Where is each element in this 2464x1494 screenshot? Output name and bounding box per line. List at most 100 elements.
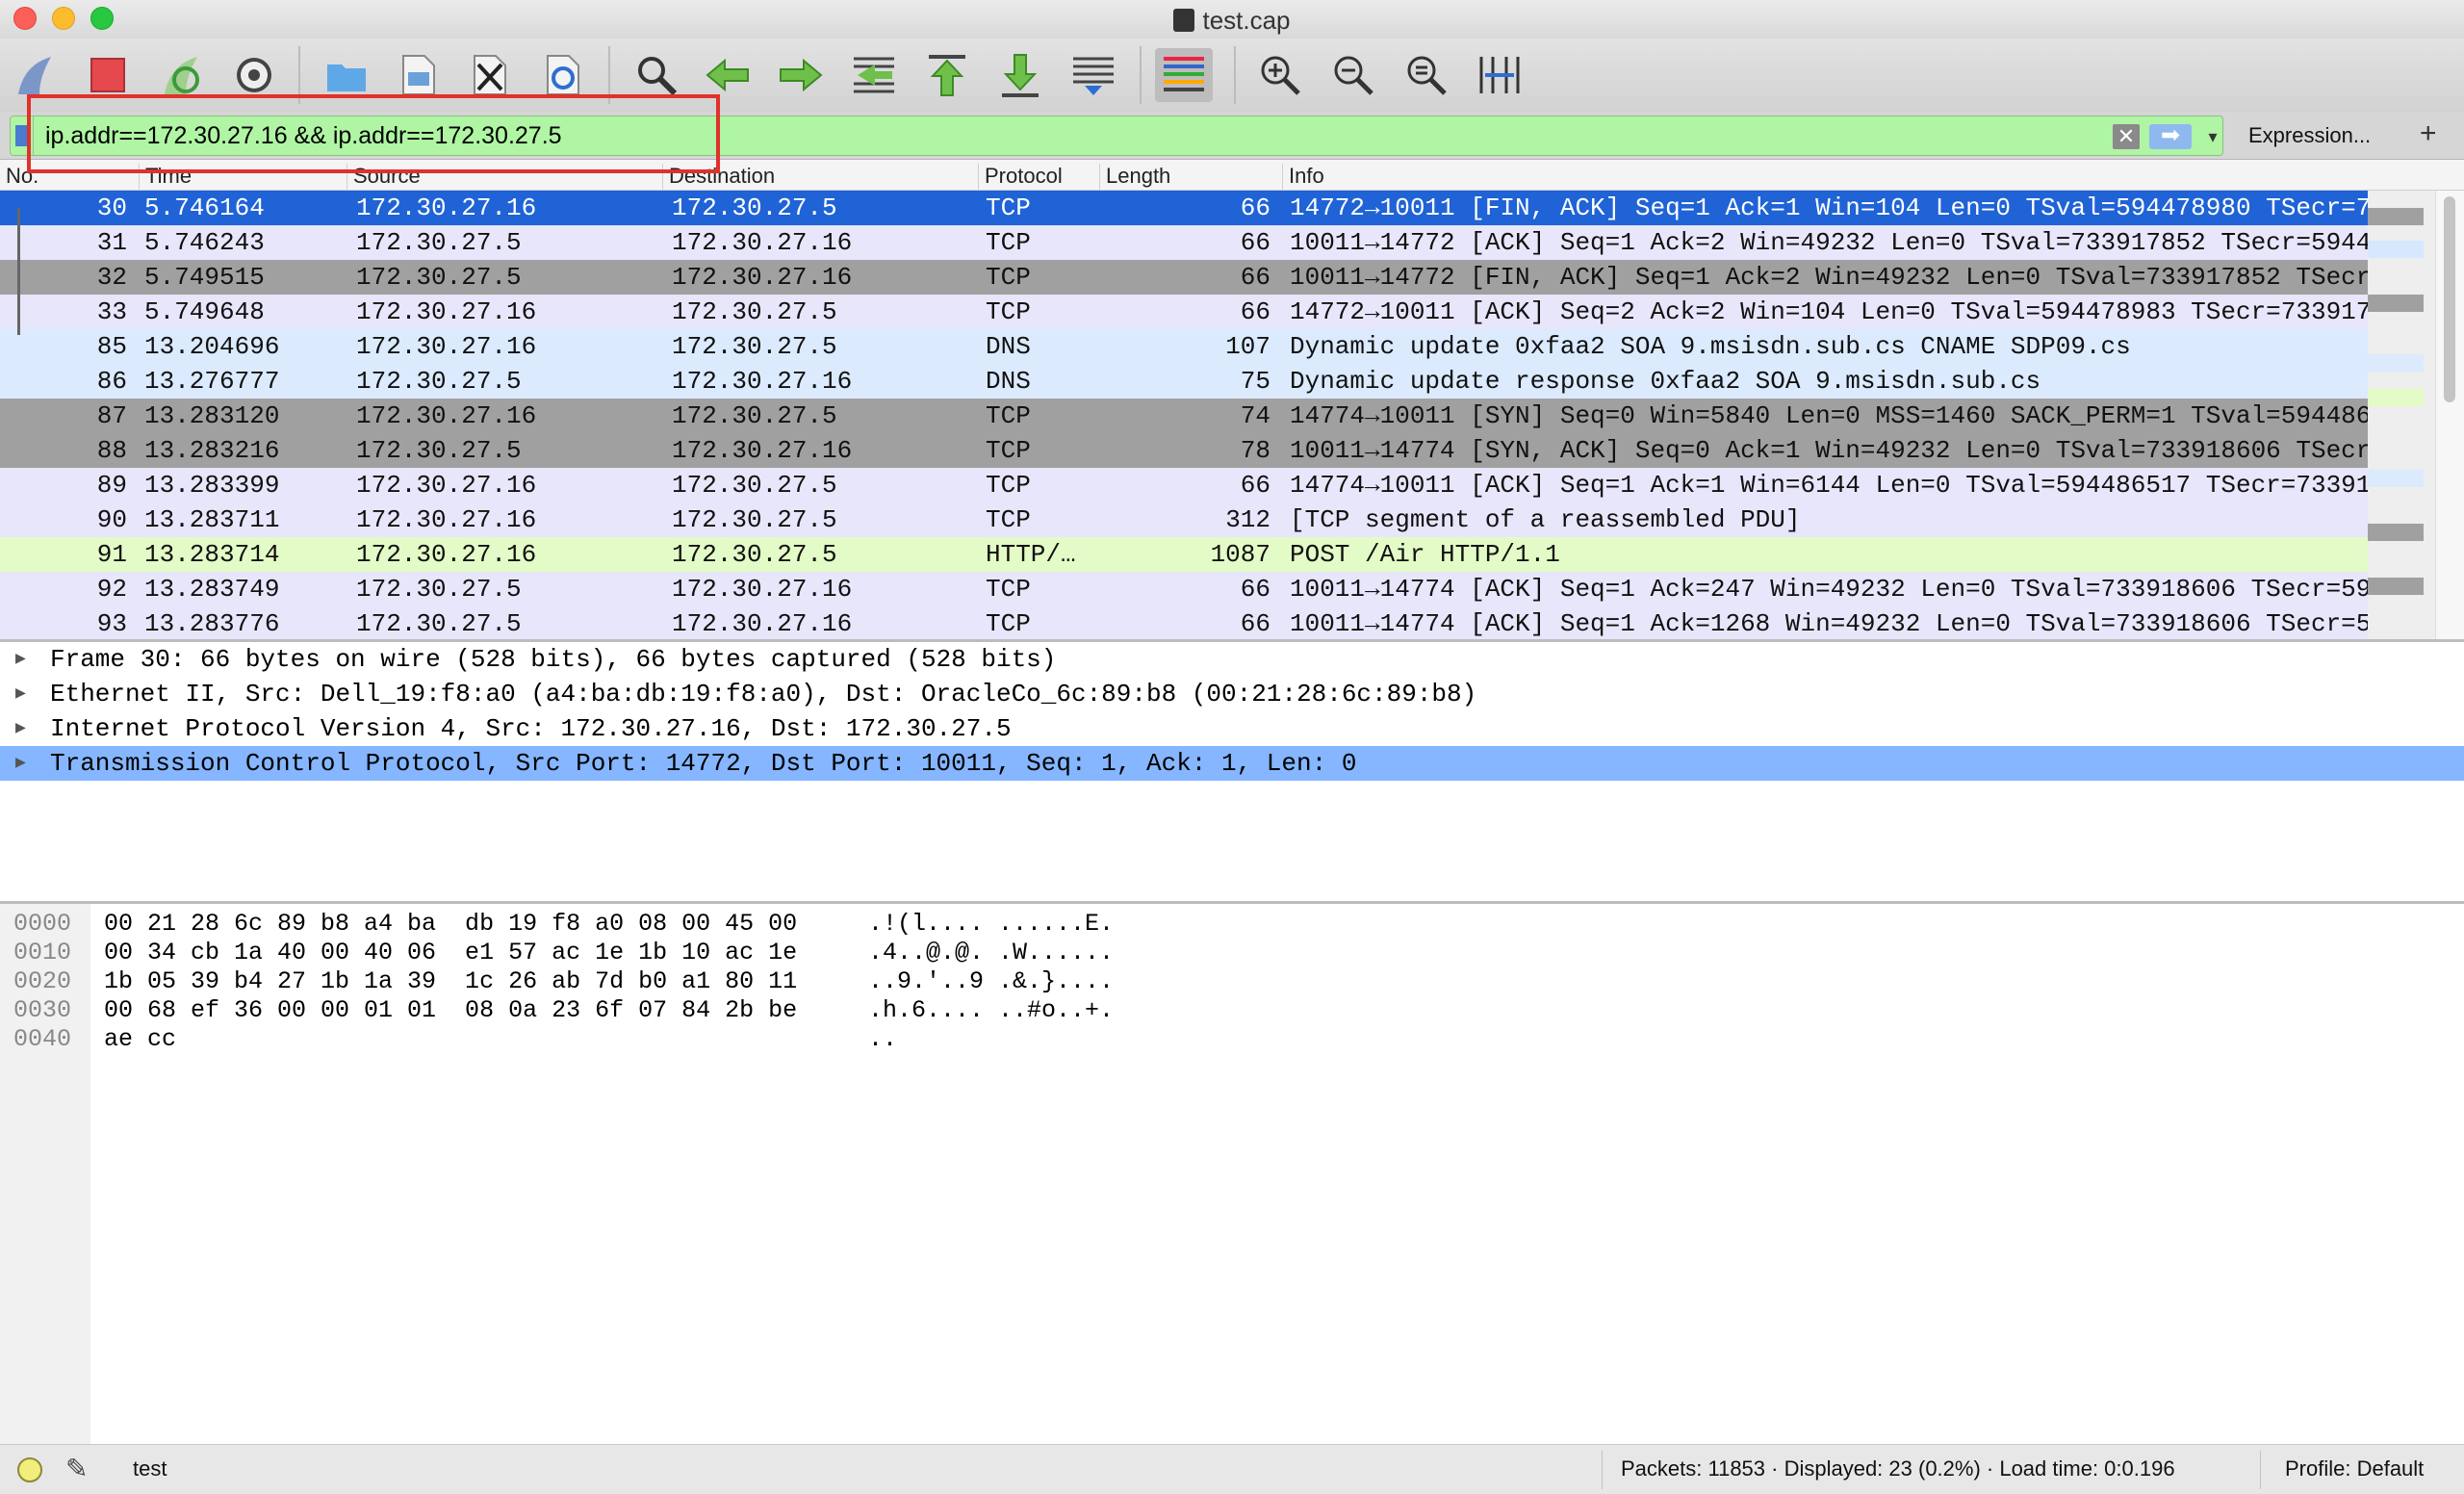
packet-row[interactable]: 88 13.283216 172.30.27.5 172.30.27.16 TCP 78 1… [0, 433, 2371, 468]
expand-arrow-icon[interactable]: ▶ [15, 642, 26, 677]
packet-info: 14772→10011 [ACK] Seq=2 Ack=2 Win=104 Le… [1290, 297, 2372, 326]
filter-history-dropdown-icon[interactable]: ▾ [2201, 122, 2224, 151]
detail-tree-row[interactable]: ▶ Transmission Control Protocol, Src Port… [0, 746, 2464, 781]
packet-length: 66 [1240, 575, 1270, 604]
packet-source: 172.30.27.16 [356, 297, 537, 326]
packet-time: 13.283399 [144, 471, 280, 500]
column-header-length[interactable]: Length [1099, 164, 1170, 191]
go-to-packet-icon[interactable] [845, 48, 903, 102]
scrollbar-thumb[interactable] [2444, 196, 2455, 402]
expression-button[interactable]: Expression... [2248, 123, 2371, 148]
toolbar-separator [1234, 46, 1236, 104]
expand-arrow-icon[interactable]: ▶ [15, 677, 26, 711]
packet-no: 88 [96, 436, 127, 465]
packet-info: 14774→10011 [SYN] Seq=0 Win=5840 Len=0 M… [1290, 401, 2372, 430]
packet-row[interactable]: 32 5.749515 172.30.27.5 172.30.27.16 TCP 66 10… [0, 260, 2371, 295]
packet-no: 93 [96, 609, 127, 638]
packet-row[interactable]: 87 13.283120 172.30.27.16 172.30.27.5 TCP 74 1… [0, 399, 2372, 433]
hex-bytes: ae cc [104, 1025, 177, 1053]
packet-row[interactable]: 93 13.283776 172.30.27.5 172.30.27.16 TCP 66 1… [0, 606, 2371, 639]
packet-info: Dynamic update response 0xfaa2 SOA 9.msi… [1290, 367, 2041, 396]
window-title: test.cap [0, 6, 2464, 36]
packet-row[interactable]: 33 5.749648 172.30.27.16 172.30.27.5 TCP 66 14… [0, 295, 2372, 329]
packet-stats: Packets: 11853 · Displayed: 23 (0.2%) · … [1621, 1456, 2175, 1481]
title-bar: test.cap [0, 0, 2464, 39]
detail-tree-row[interactable]: ▶ Internet Protocol Version 4, Src: 172.3… [0, 711, 2464, 746]
detail-text: Internet Protocol Version 4, Src: 172.30… [50, 714, 1012, 743]
go-forward-icon[interactable] [772, 48, 830, 102]
packet-time: 13.283711 [144, 505, 280, 534]
packet-time: 13.283714 [144, 540, 280, 569]
packet-time: 5.749515 [144, 263, 265, 292]
expand-arrow-icon[interactable]: ▶ [15, 746, 26, 781]
status-separator [2260, 1451, 2261, 1489]
packet-no: 91 [96, 540, 127, 569]
expand-arrow-icon[interactable]: ▶ [15, 711, 26, 746]
packet-time: 5.749648 [144, 297, 265, 326]
go-first-icon[interactable] [918, 48, 976, 102]
hex-bytes: 1b 05 39 b4 27 1b 1a 39 1c 26 ab 7d b0 a… [104, 967, 798, 995]
colorize-icon[interactable] [1155, 48, 1213, 102]
packet-row[interactable]: 30 5.746164 172.30.27.16 172.30.27.5 TCP 66 14… [0, 191, 2371, 225]
column-header-protocol[interactable]: Protocol [978, 164, 1063, 191]
hex-bytes: 00 34 cb 1a 40 00 40 06 e1 57 ac 1e 1b 1… [104, 939, 798, 966]
profile-selector[interactable]: Profile: Default [2285, 1456, 2424, 1481]
packet-protocol: HTTP/… [986, 540, 1076, 569]
packet-destination: 172.30.27.16 [672, 263, 853, 292]
hex-row[interactable]: 0030 00 68 ef 36 00 00 01 01 08 0a 23 6f … [0, 996, 2464, 1025]
detail-tree-row[interactable]: ▶ Ethernet II, Src: Dell_19:f8:a0 (a4:ba:… [0, 677, 2464, 711]
packet-source: 172.30.27.5 [356, 575, 522, 604]
apply-filter-icon[interactable]: ➡ [2149, 124, 2192, 149]
packet-protocol: TCP [986, 297, 1031, 326]
zoom-in-icon[interactable] [1251, 48, 1309, 102]
packet-row[interactable]: 85 13.204696 172.30.27.16 172.30.27.5 DNS 107… [0, 329, 2368, 364]
zoom-normal-icon[interactable] [1398, 48, 1455, 102]
packet-row[interactable]: 86 13.276777 172.30.27.5 172.30.27.16 DNS 75 D… [0, 364, 2368, 399]
hex-row[interactable]: 0040 ae cc.. [0, 1025, 2464, 1054]
packet-row[interactable]: 31 5.746243 172.30.27.5 172.30.27.16 TCP 66 10… [0, 225, 2371, 260]
packet-row[interactable]: 91 13.283714 172.30.27.16 172.30.27.5 HTTP/…… [0, 537, 2368, 572]
packet-minimap[interactable] [2368, 191, 2435, 639]
packet-no: 87 [96, 401, 127, 430]
packet-source: 172.30.27.16 [356, 401, 537, 430]
hex-offset: 0040 [13, 1025, 72, 1053]
packet-length: 75 [1240, 367, 1270, 396]
packet-list-scrollbar[interactable] [2435, 191, 2464, 639]
conversation-bracket [17, 208, 20, 335]
packet-destination: 172.30.27.16 [672, 367, 853, 396]
packet-length: 78 [1240, 436, 1270, 465]
packet-row[interactable]: 92 13.283749 172.30.27.5 172.30.27.16 TCP 66 1… [0, 572, 2372, 606]
packet-info: POST /Air HTTP/1.1 [1290, 540, 1560, 569]
packet-details: ▶ Frame 30: 66 bytes on wire (528 bits), … [0, 639, 2464, 901]
packet-destination: 172.30.27.5 [672, 297, 837, 326]
capture-comment-icon[interactable]: ✎ [65, 1453, 88, 1484]
hex-ascii: .!(l.... ......E. [868, 910, 1115, 938]
packet-row[interactable]: 90 13.283711 172.30.27.16 172.30.27.5 TCP 312… [0, 502, 2368, 537]
column-header-info[interactable]: Info [1282, 164, 1324, 191]
add-filter-button[interactable]: + [2420, 117, 2437, 150]
packet-info: 10011→14774 [ACK] Seq=1 Ack=247 Win=4923… [1290, 575, 2372, 604]
packet-no: 90 [96, 505, 127, 534]
expert-info-icon[interactable] [17, 1457, 42, 1482]
packet-length: 66 [1240, 228, 1270, 257]
autoscroll-icon[interactable] [1065, 48, 1122, 102]
packet-length: 66 [1240, 193, 1270, 222]
hex-bytes: 00 21 28 6c 89 b8 a4 ba db 19 f8 a0 08 0… [104, 910, 798, 938]
zoom-out-icon[interactable] [1324, 48, 1382, 102]
packet-time: 13.283120 [144, 401, 280, 430]
resize-columns-icon[interactable] [1471, 48, 1528, 102]
clear-filter-icon[interactable]: ✕ [2113, 124, 2140, 149]
packet-destination: 172.30.27.16 [672, 575, 853, 604]
packet-row[interactable]: 89 13.283399 172.30.27.16 172.30.27.5 TCP 66 1… [0, 468, 2371, 502]
hex-row[interactable]: 0020 1b 05 39 b4 27 1b 1a 39 1c 26 ab 7d … [0, 967, 2464, 996]
packet-length: 312 [1225, 505, 1270, 534]
packet-protocol: TCP [986, 436, 1031, 465]
detail-tree-row[interactable]: ▶ Frame 30: 66 bytes on wire (528 bits), … [0, 642, 2464, 677]
hex-row[interactable]: 0010 00 34 cb 1a 40 00 40 06 e1 57 ac 1e … [0, 939, 2464, 967]
packet-no: 92 [96, 575, 127, 604]
hex-row[interactable]: 0000 00 21 28 6c 89 b8 a4 ba db 19 f8 a0 … [0, 910, 2464, 939]
packet-source: 172.30.27.16 [356, 193, 537, 222]
packet-info: Dynamic update 0xfaa2 SOA 9.msisdn.sub.c… [1290, 332, 2131, 361]
go-last-icon[interactable] [991, 48, 1049, 102]
packet-list: No. Time Source Destination Protocol Len… [0, 160, 2464, 639]
